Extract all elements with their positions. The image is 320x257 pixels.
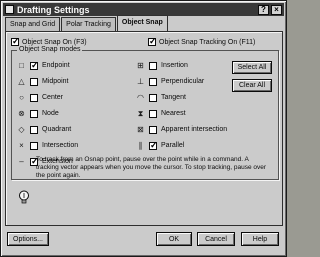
close-title-button[interactable]: × — [271, 4, 282, 15]
insertion-icon: ⊞ — [137, 61, 144, 70]
tab-strip: Snap and Grid Polar Tracking Object Snap — [5, 15, 169, 31]
mode-apparent-intersection[interactable]: ⊠ Apparent intersection — [136, 125, 227, 134]
insertion-checkbox[interactable] — [149, 61, 157, 70]
window-title: Drafting Settings — [17, 4, 90, 15]
modes-group-title: Object Snap modes — [17, 46, 83, 53]
endpoint-label: Endpoint — [42, 62, 70, 69]
intersection-label: Intersection — [42, 142, 79, 149]
intersection-icon: × — [19, 141, 24, 150]
parallel-checkbox[interactable] — [149, 140, 158, 151]
node-icon: ⊗ — [18, 109, 25, 118]
intersection-checkbox[interactable] — [30, 141, 38, 150]
nearest-icon: ⧗ — [137, 109, 144, 118]
mode-intersection[interactable]: × Intersection — [17, 141, 78, 150]
tangent-checkbox[interactable] — [149, 93, 157, 102]
mode-nearest[interactable]: ⧗ Nearest — [136, 109, 186, 118]
node-label: Node — [42, 110, 59, 117]
osnap-on-label: Object Snap On (F3) — [22, 38, 87, 46]
osnap-on-row[interactable]: Object Snap On (F3) — [11, 36, 87, 47]
apparent-intersection-checkbox[interactable] — [149, 125, 157, 134]
tangent-label: Tangent — [161, 94, 186, 101]
lightbulb-icon — [19, 190, 29, 204]
perpendicular-checkbox[interactable] — [149, 77, 157, 86]
midpoint-label: Midpoint — [42, 78, 69, 85]
node-checkbox[interactable] — [30, 109, 38, 118]
nearest-checkbox[interactable] — [149, 109, 157, 118]
apparent-intersection-icon: ⊠ — [137, 125, 144, 134]
clear-all-button[interactable]: Clear All — [232, 79, 272, 92]
tab-polar-tracking[interactable]: Polar Tracking — [61, 17, 116, 31]
mode-parallel[interactable]: ∥ Parallel — [136, 140, 185, 151]
mode-perpendicular[interactable]: ⊥ Perpendicular — [136, 77, 204, 86]
ok-button[interactable]: OK — [156, 232, 192, 246]
quadrant-icon: ◇ — [18, 125, 25, 134]
tracking-on-checkbox[interactable] — [148, 36, 157, 47]
perpendicular-label: Perpendicular — [161, 78, 205, 85]
tangent-icon: ◠ — [137, 93, 144, 102]
quadrant-label: Quadrant — [42, 126, 72, 133]
center-label: Center — [42, 94, 64, 101]
parallel-label: Parallel — [161, 142, 185, 149]
help-title-button[interactable]: ? — [258, 4, 269, 15]
tracking-on-row[interactable]: Object Snap Tracking On (F11) — [148, 36, 256, 47]
mode-center[interactable]: ○ Center — [17, 93, 63, 102]
mode-midpoint[interactable]: △ Midpoint — [17, 77, 68, 86]
midpoint-checkbox[interactable] — [30, 77, 38, 86]
extension-icon: – — [19, 157, 24, 166]
mode-quadrant[interactable]: ◇ Quadrant — [17, 125, 71, 134]
select-all-button[interactable]: Select All — [232, 61, 272, 74]
mode-endpoint[interactable]: □ Endpoint — [17, 60, 70, 71]
drafting-settings-dialog: Drafting Settings ? × Snap and Grid Pola… — [0, 0, 287, 257]
app-icon — [5, 5, 14, 14]
osnap-on-checkbox[interactable] — [11, 36, 20, 47]
cancel-button[interactable]: Cancel — [197, 232, 235, 246]
apparent-intersection-label: Apparent intersection — [161, 126, 228, 133]
center-checkbox[interactable] — [30, 93, 38, 102]
center-icon: ○ — [19, 93, 24, 102]
tracking-info-text: To track from an Osnap point, pause over… — [36, 156, 267, 179]
insertion-label: Insertion — [161, 62, 188, 69]
help-button[interactable]: Help — [241, 232, 279, 246]
tab-object-snap[interactable]: Object Snap — [116, 15, 168, 31]
nearest-label: Nearest — [161, 110, 186, 117]
tracking-on-label: Object Snap Tracking On (F11) — [159, 38, 256, 46]
mode-insertion[interactable]: ⊞ Insertion — [136, 61, 188, 70]
perpendicular-icon: ⊥ — [137, 77, 144, 86]
mode-tangent[interactable]: ◠ Tangent — [136, 93, 186, 102]
endpoint-checkbox[interactable] — [30, 60, 39, 71]
tab-snap-and-grid[interactable]: Snap and Grid — [5, 17, 61, 31]
quadrant-checkbox[interactable] — [30, 125, 38, 134]
object-snap-panel: Object Snap On (F3) Object Snap Tracking… — [5, 31, 283, 226]
midpoint-icon: △ — [18, 77, 25, 86]
parallel-icon: ∥ — [138, 141, 143, 150]
endpoint-icon: □ — [19, 61, 24, 70]
options-button[interactable]: Options... — [7, 232, 49, 246]
mode-node[interactable]: ⊗ Node — [17, 109, 59, 118]
